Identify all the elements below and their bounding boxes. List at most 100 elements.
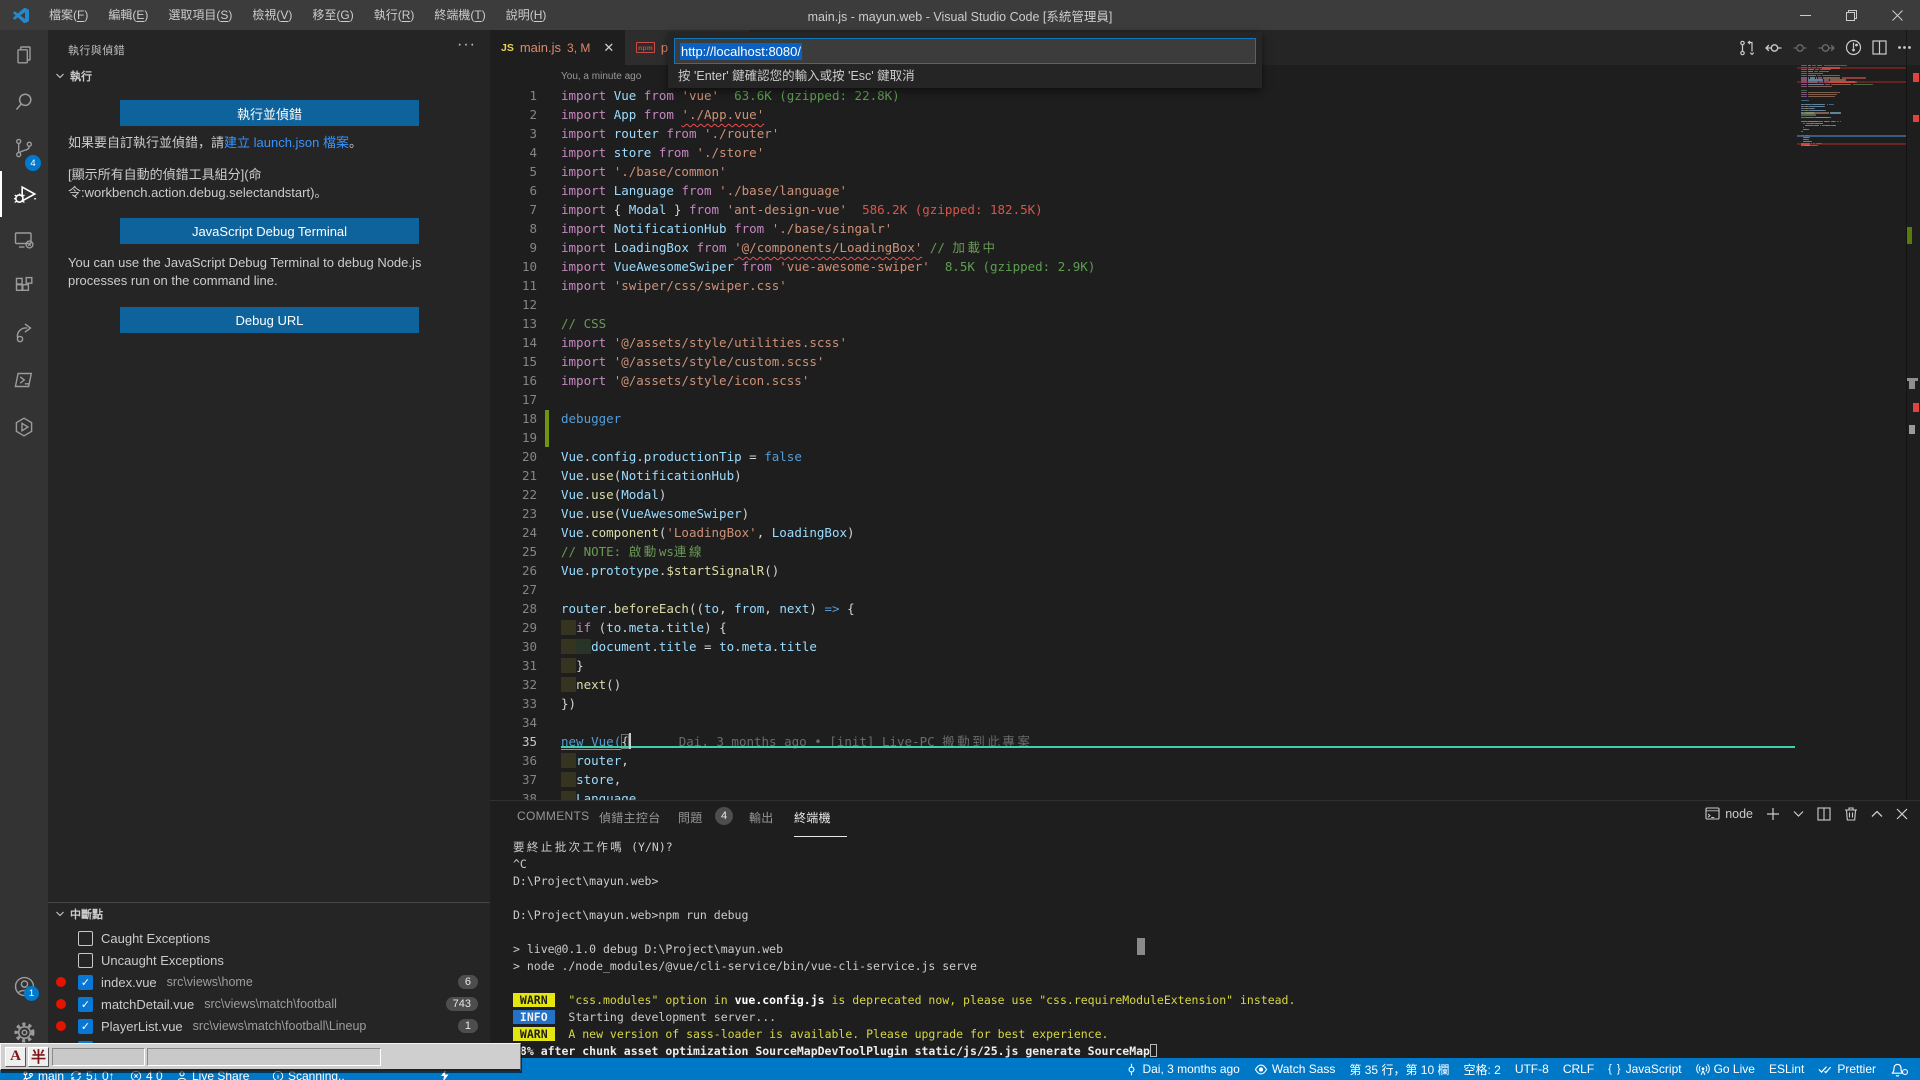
breakpoint-row[interactable]: ✓index.vuesrc\views\home6 [48, 971, 490, 993]
cjk-text: 啟動 [629, 544, 659, 559]
url-input[interactable]: http://localhost:8080/ [674, 38, 1256, 64]
breakpoint-row[interactable]: Caught Exceptions [48, 927, 490, 949]
status-double-check-icon[interactable]: Prettier [1811, 1062, 1883, 1076]
code-token: 586.2K (gzipped: 182.5K) [847, 202, 1043, 217]
activity-run-debug-icon[interactable] [0, 171, 48, 217]
breakpoint-checkbox[interactable] [78, 931, 93, 946]
code-token: Vue [561, 449, 584, 464]
status-commit-icon[interactable]: Dai, 3 months ago [1118, 1062, 1246, 1076]
activity-powershell-icon[interactable] [0, 357, 48, 403]
sidebar-more-actions[interactable]: ··· [457, 36, 476, 54]
status--35-10-[interactable]: 第 35 行，第 10 欄 [1342, 1061, 1456, 1078]
menu-E[interactable]: 編輯(E) [98, 0, 158, 30]
terminal[interactable]: 要終止批次工作嗎 (Y/N)?^CD:\Project\mayun.web>D:… [513, 839, 1903, 1059]
line-text: import Vue from 'vue' 63.6K (gzipped: 22… [561, 86, 900, 105]
terminal-picker[interactable]: node [1705, 806, 1753, 821]
activity-live-share-icon[interactable] [0, 310, 48, 356]
ime-mode-button[interactable]: A [5, 1047, 26, 1067]
code-token: from [644, 88, 674, 103]
minimap-line [1829, 104, 1834, 105]
close-window-button[interactable] [1874, 0, 1920, 30]
terminal-text: Starting development server... [555, 1010, 777, 1024]
status-bell-icon[interactable] [1883, 1062, 1912, 1077]
terminal-line: D:\Project\mayun.web> [513, 873, 658, 890]
menu-H[interactable]: 說明(H) [496, 0, 557, 30]
overview-ruler[interactable] [1906, 30, 1920, 800]
menu-V[interactable]: 檢視(V) [242, 0, 302, 30]
minimap[interactable] [1797, 56, 1906, 800]
close-panel-icon[interactable] [1896, 808, 1908, 820]
breakpoint-row[interactable]: Uncaught Exceptions [48, 949, 490, 971]
debug-url-button[interactable]: Debug URL [120, 307, 419, 333]
activity-explorer-icon[interactable] [0, 32, 48, 78]
code-viewport[interactable]: 1import Vue from 'vue' 63.6K (gzipped: 2… [490, 86, 1797, 800]
create-launch-json-link[interactable]: 建立 launch.json 檔案 [224, 135, 349, 150]
sidebar-title: 執行與偵錯 [68, 42, 125, 58]
status-eye-icon[interactable]: Watch Sass [1247, 1062, 1343, 1076]
breakpoint-row[interactable]: ✓matchDetail.vuesrc\views\match\football… [48, 993, 490, 1015]
minimap-line [1818, 77, 1822, 78]
status-broadcast-icon[interactable]: Go Live [1689, 1062, 1762, 1076]
panel-tab-comments[interactable]: COMMENTS [517, 809, 589, 823]
line-text: import { Modal } from 'ant-design-vue' 5… [561, 200, 1043, 219]
gitlens-icon[interactable] [1845, 39, 1862, 56]
line-number: 12 [490, 295, 537, 314]
source-control-badge: 4 [25, 155, 41, 171]
run-and-debug-button[interactable]: 執行並偵錯 [120, 100, 419, 126]
menu-T[interactable]: 終端機(T) [424, 0, 495, 30]
chevron-down-icon[interactable] [1793, 808, 1804, 819]
run-section-header[interactable]: 執行 [48, 65, 490, 87]
breakpoint-checkbox[interactable]: ✓ [78, 975, 93, 990]
close-tab-icon[interactable]: ✕ [603, 40, 614, 56]
activity-hexagon-package-icon[interactable] [0, 404, 48, 450]
activity-search-icon[interactable] [0, 79, 48, 125]
minimap-line [1812, 104, 1825, 105]
new-terminal-icon[interactable] [1766, 807, 1780, 821]
panel-tab-debug-console[interactable]: 偵錯主控台 [599, 809, 661, 826]
tab-main-js[interactable]: JS main.js 3, M ✕ [490, 30, 625, 65]
panel-tab-terminal[interactable]: 終端機 [794, 809, 831, 826]
code-token: to [606, 620, 621, 635]
maximize-panel-icon[interactable] [1871, 808, 1883, 820]
previous-change-icon[interactable] [1765, 40, 1782, 56]
breakpoint-checkbox[interactable] [78, 953, 93, 968]
breakpoint-row[interactable]: ✓PlayerList.vuesrc\views\match\football\… [48, 1015, 490, 1037]
status-braces-icon[interactable]: { }JavaScript [1601, 1062, 1688, 1076]
breakpoint-checkbox[interactable]: ✓ [78, 997, 93, 1012]
ime-language-bar[interactable]: A 半 [0, 1043, 521, 1071]
breakpoints-section-header[interactable]: 中斷點 [48, 903, 490, 925]
activity-accounts-icon[interactable] [0, 963, 48, 1009]
restore-button[interactable] [1828, 0, 1874, 30]
live-share-line-decoration [561, 746, 1795, 748]
code-token: , [764, 601, 779, 616]
code-token: (( [689, 601, 704, 616]
menu-S[interactable]: 選取項目(S) [158, 0, 242, 30]
panel-tab-problems[interactable]: 問題 [678, 809, 703, 826]
menu-R[interactable]: 執行(R) [364, 0, 425, 30]
status-eslint[interactable]: ESLint [1762, 1062, 1811, 1076]
code-line: 28router.beforeEach((to, from, next) => … [490, 599, 1797, 618]
activity-extensions-icon[interactable] [0, 263, 48, 309]
minimap-line [1801, 73, 1807, 74]
status--2[interactable]: 空格: 2 [1456, 1061, 1507, 1078]
split-editor-icon[interactable] [1872, 40, 1887, 55]
breakpoint-checkbox[interactable]: ✓ [78, 1019, 93, 1034]
kill-terminal-icon[interactable] [1844, 806, 1858, 821]
minimap-line [1807, 129, 1809, 130]
line-text: import '@/assets/style/utilities.scss' [561, 333, 847, 352]
title-bar: 檔案(F)編輯(E)選取項目(S)檢視(V)移至(G)執行(R)終端機(T)說明… [0, 0, 1920, 30]
menu-G[interactable]: 移至(G) [302, 0, 363, 30]
ime-width-button[interactable]: 半 [28, 1047, 49, 1067]
panel-tab-output[interactable]: 輸出 [749, 809, 774, 826]
split-terminal-icon[interactable] [1817, 807, 1831, 821]
minimap-line [1808, 73, 1823, 74]
open-changes-icon[interactable] [1739, 40, 1755, 56]
status-crlf[interactable]: CRLF [1556, 1062, 1601, 1076]
activity-remote-explorer-icon[interactable] [0, 217, 48, 263]
minimize-button[interactable] [1782, 0, 1828, 30]
codelens-blame[interactable]: You, a minute ago [561, 71, 641, 82]
js-debug-terminal-button[interactable]: JavaScript Debug Terminal [120, 218, 419, 244]
code-token [636, 107, 644, 122]
status-utf-8[interactable]: UTF-8 [1508, 1062, 1556, 1076]
menu-F[interactable]: 檔案(F) [39, 0, 98, 30]
